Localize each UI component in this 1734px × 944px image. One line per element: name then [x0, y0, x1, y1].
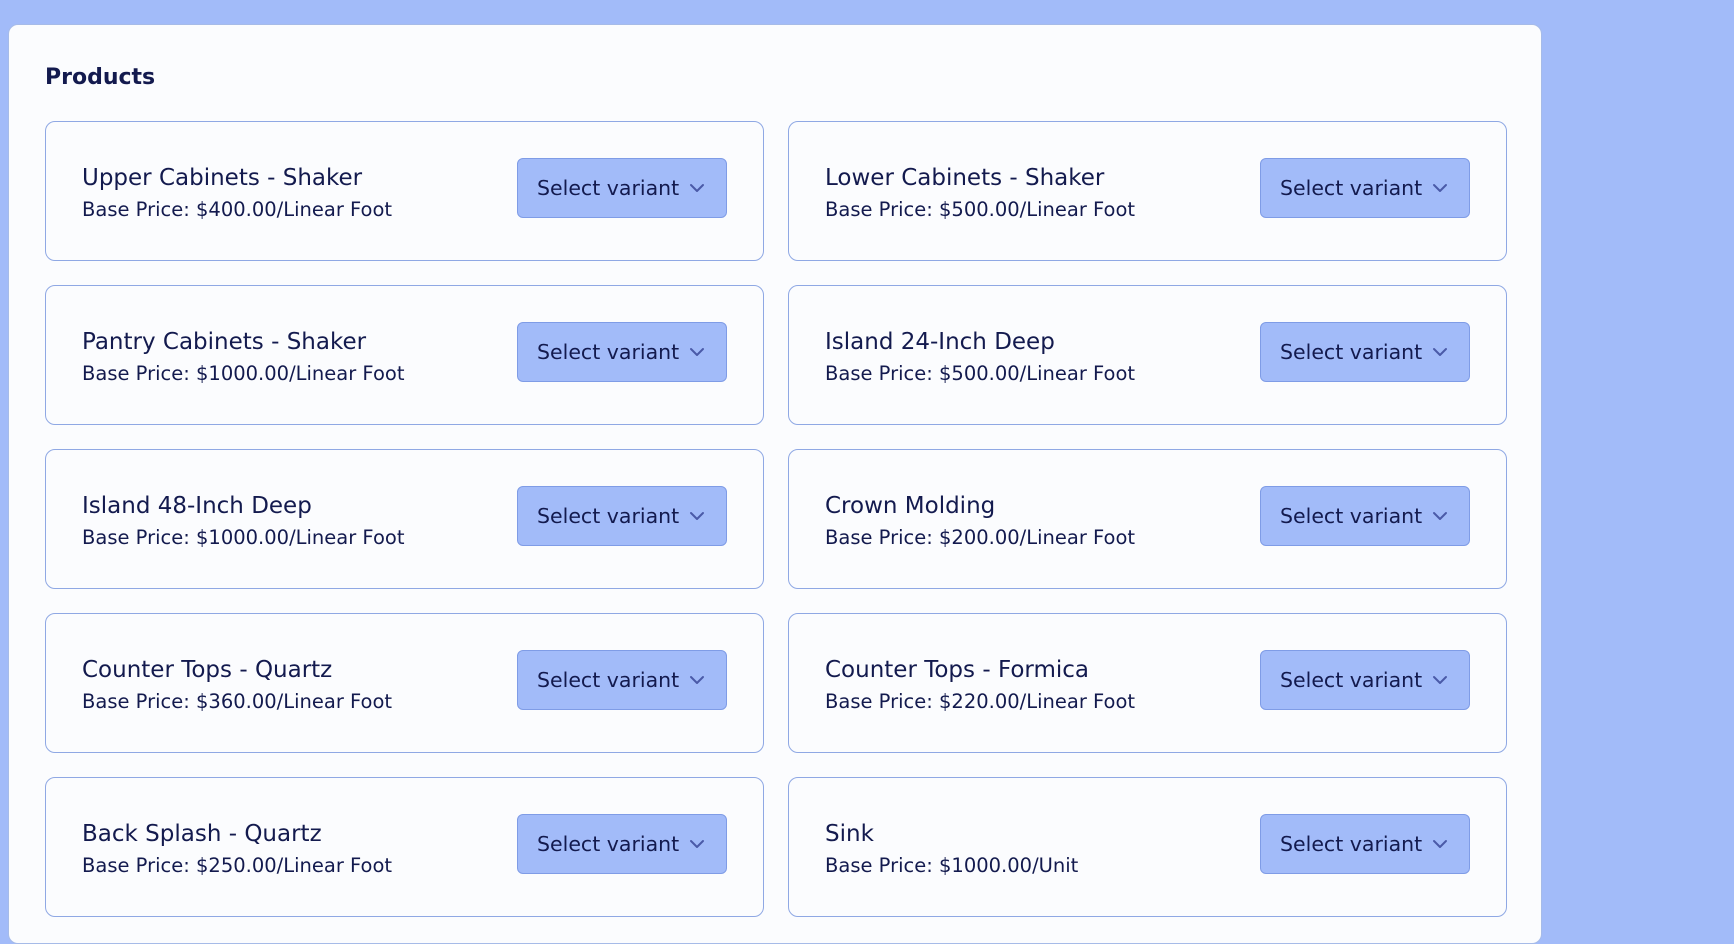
product-card: Island 24-Inch Deep Base Price: $500.00/…	[788, 285, 1507, 425]
product-card: Lower Cabinets - Shaker Base Price: $500…	[788, 121, 1507, 261]
product-name: Counter Tops - Formica	[825, 657, 1090, 683]
product-base-price: Base Price: $1000.00/Unit	[825, 854, 1079, 877]
variant-select[interactable]: Select variant	[517, 650, 727, 710]
variant-select-label: Select variant	[537, 504, 680, 528]
chevron-down-icon	[1433, 676, 1447, 684]
variant-select-label: Select variant	[1280, 832, 1423, 856]
variant-select[interactable]: Select variant	[517, 814, 727, 874]
variant-select[interactable]: Select variant	[517, 158, 727, 218]
chevron-down-icon	[690, 512, 704, 520]
variant-select-label: Select variant	[537, 832, 680, 856]
product-card: Back Splash - Quartz Base Price: $250.00…	[45, 777, 764, 917]
product-base-price: Base Price: $360.00/Linear Foot	[82, 690, 393, 713]
product-base-price: Base Price: $1000.00/Linear Foot	[82, 362, 405, 385]
chevron-down-icon	[690, 184, 704, 192]
product-base-price: Base Price: $500.00/Linear Foot	[825, 198, 1136, 221]
variant-select[interactable]: Select variant	[1260, 158, 1470, 218]
product-name: Island 24-Inch Deep	[825, 329, 1055, 355]
products-panel: Products Upper Cabinets - Shaker Base Pr…	[8, 24, 1542, 944]
chevron-down-icon	[1433, 184, 1447, 192]
product-card: Crown Molding Base Price: $200.00/Linear…	[788, 449, 1507, 589]
variant-select[interactable]: Select variant	[1260, 486, 1470, 546]
product-card: Island 48-Inch Deep Base Price: $1000.00…	[45, 449, 764, 589]
variant-select-label: Select variant	[537, 668, 680, 692]
variant-select-label: Select variant	[537, 340, 680, 364]
product-card: Upper Cabinets - Shaker Base Price: $400…	[45, 121, 764, 261]
product-card: Counter Tops - Quartz Base Price: $360.0…	[45, 613, 764, 753]
product-base-price: Base Price: $1000.00/Linear Foot	[82, 526, 405, 549]
variant-select-label: Select variant	[537, 176, 680, 200]
product-name: Counter Tops - Quartz	[82, 657, 333, 683]
product-base-price: Base Price: $400.00/Linear Foot	[82, 198, 393, 221]
variant-select-label: Select variant	[1280, 504, 1423, 528]
variant-select[interactable]: Select variant	[517, 322, 727, 382]
variant-select[interactable]: Select variant	[1260, 322, 1470, 382]
variant-select[interactable]: Select variant	[517, 486, 727, 546]
product-name: Island 48-Inch Deep	[82, 493, 312, 519]
chevron-down-icon	[690, 840, 704, 848]
chevron-down-icon	[1433, 840, 1447, 848]
product-name: Upper Cabinets - Shaker	[82, 165, 363, 191]
product-name: Back Splash - Quartz	[82, 821, 322, 847]
product-card: Pantry Cabinets - Shaker Base Price: $10…	[45, 285, 764, 425]
variant-select-label: Select variant	[1280, 340, 1423, 364]
product-card: Counter Tops - Formica Base Price: $220.…	[788, 613, 1507, 753]
product-base-price: Base Price: $220.00/Linear Foot	[825, 690, 1136, 713]
product-base-price: Base Price: $500.00/Linear Foot	[825, 362, 1136, 385]
variant-select-label: Select variant	[1280, 668, 1423, 692]
product-name: Pantry Cabinets - Shaker	[82, 329, 367, 355]
variant-select[interactable]: Select variant	[1260, 814, 1470, 874]
product-base-price: Base Price: $200.00/Linear Foot	[825, 526, 1136, 549]
product-name: Sink	[825, 821, 874, 847]
product-card: Sink Base Price: $1000.00/Unit Select va…	[788, 777, 1507, 917]
chevron-down-icon	[690, 676, 704, 684]
chevron-down-icon	[690, 348, 704, 356]
page-title: Products	[45, 65, 156, 90]
product-base-price: Base Price: $250.00/Linear Foot	[82, 854, 393, 877]
product-name: Lower Cabinets - Shaker	[825, 165, 1105, 191]
product-grid: Upper Cabinets - Shaker Base Price: $400…	[45, 121, 1507, 917]
variant-select[interactable]: Select variant	[1260, 650, 1470, 710]
chevron-down-icon	[1433, 512, 1447, 520]
variant-select-label: Select variant	[1280, 176, 1423, 200]
product-name: Crown Molding	[825, 493, 996, 519]
chevron-down-icon	[1433, 348, 1447, 356]
